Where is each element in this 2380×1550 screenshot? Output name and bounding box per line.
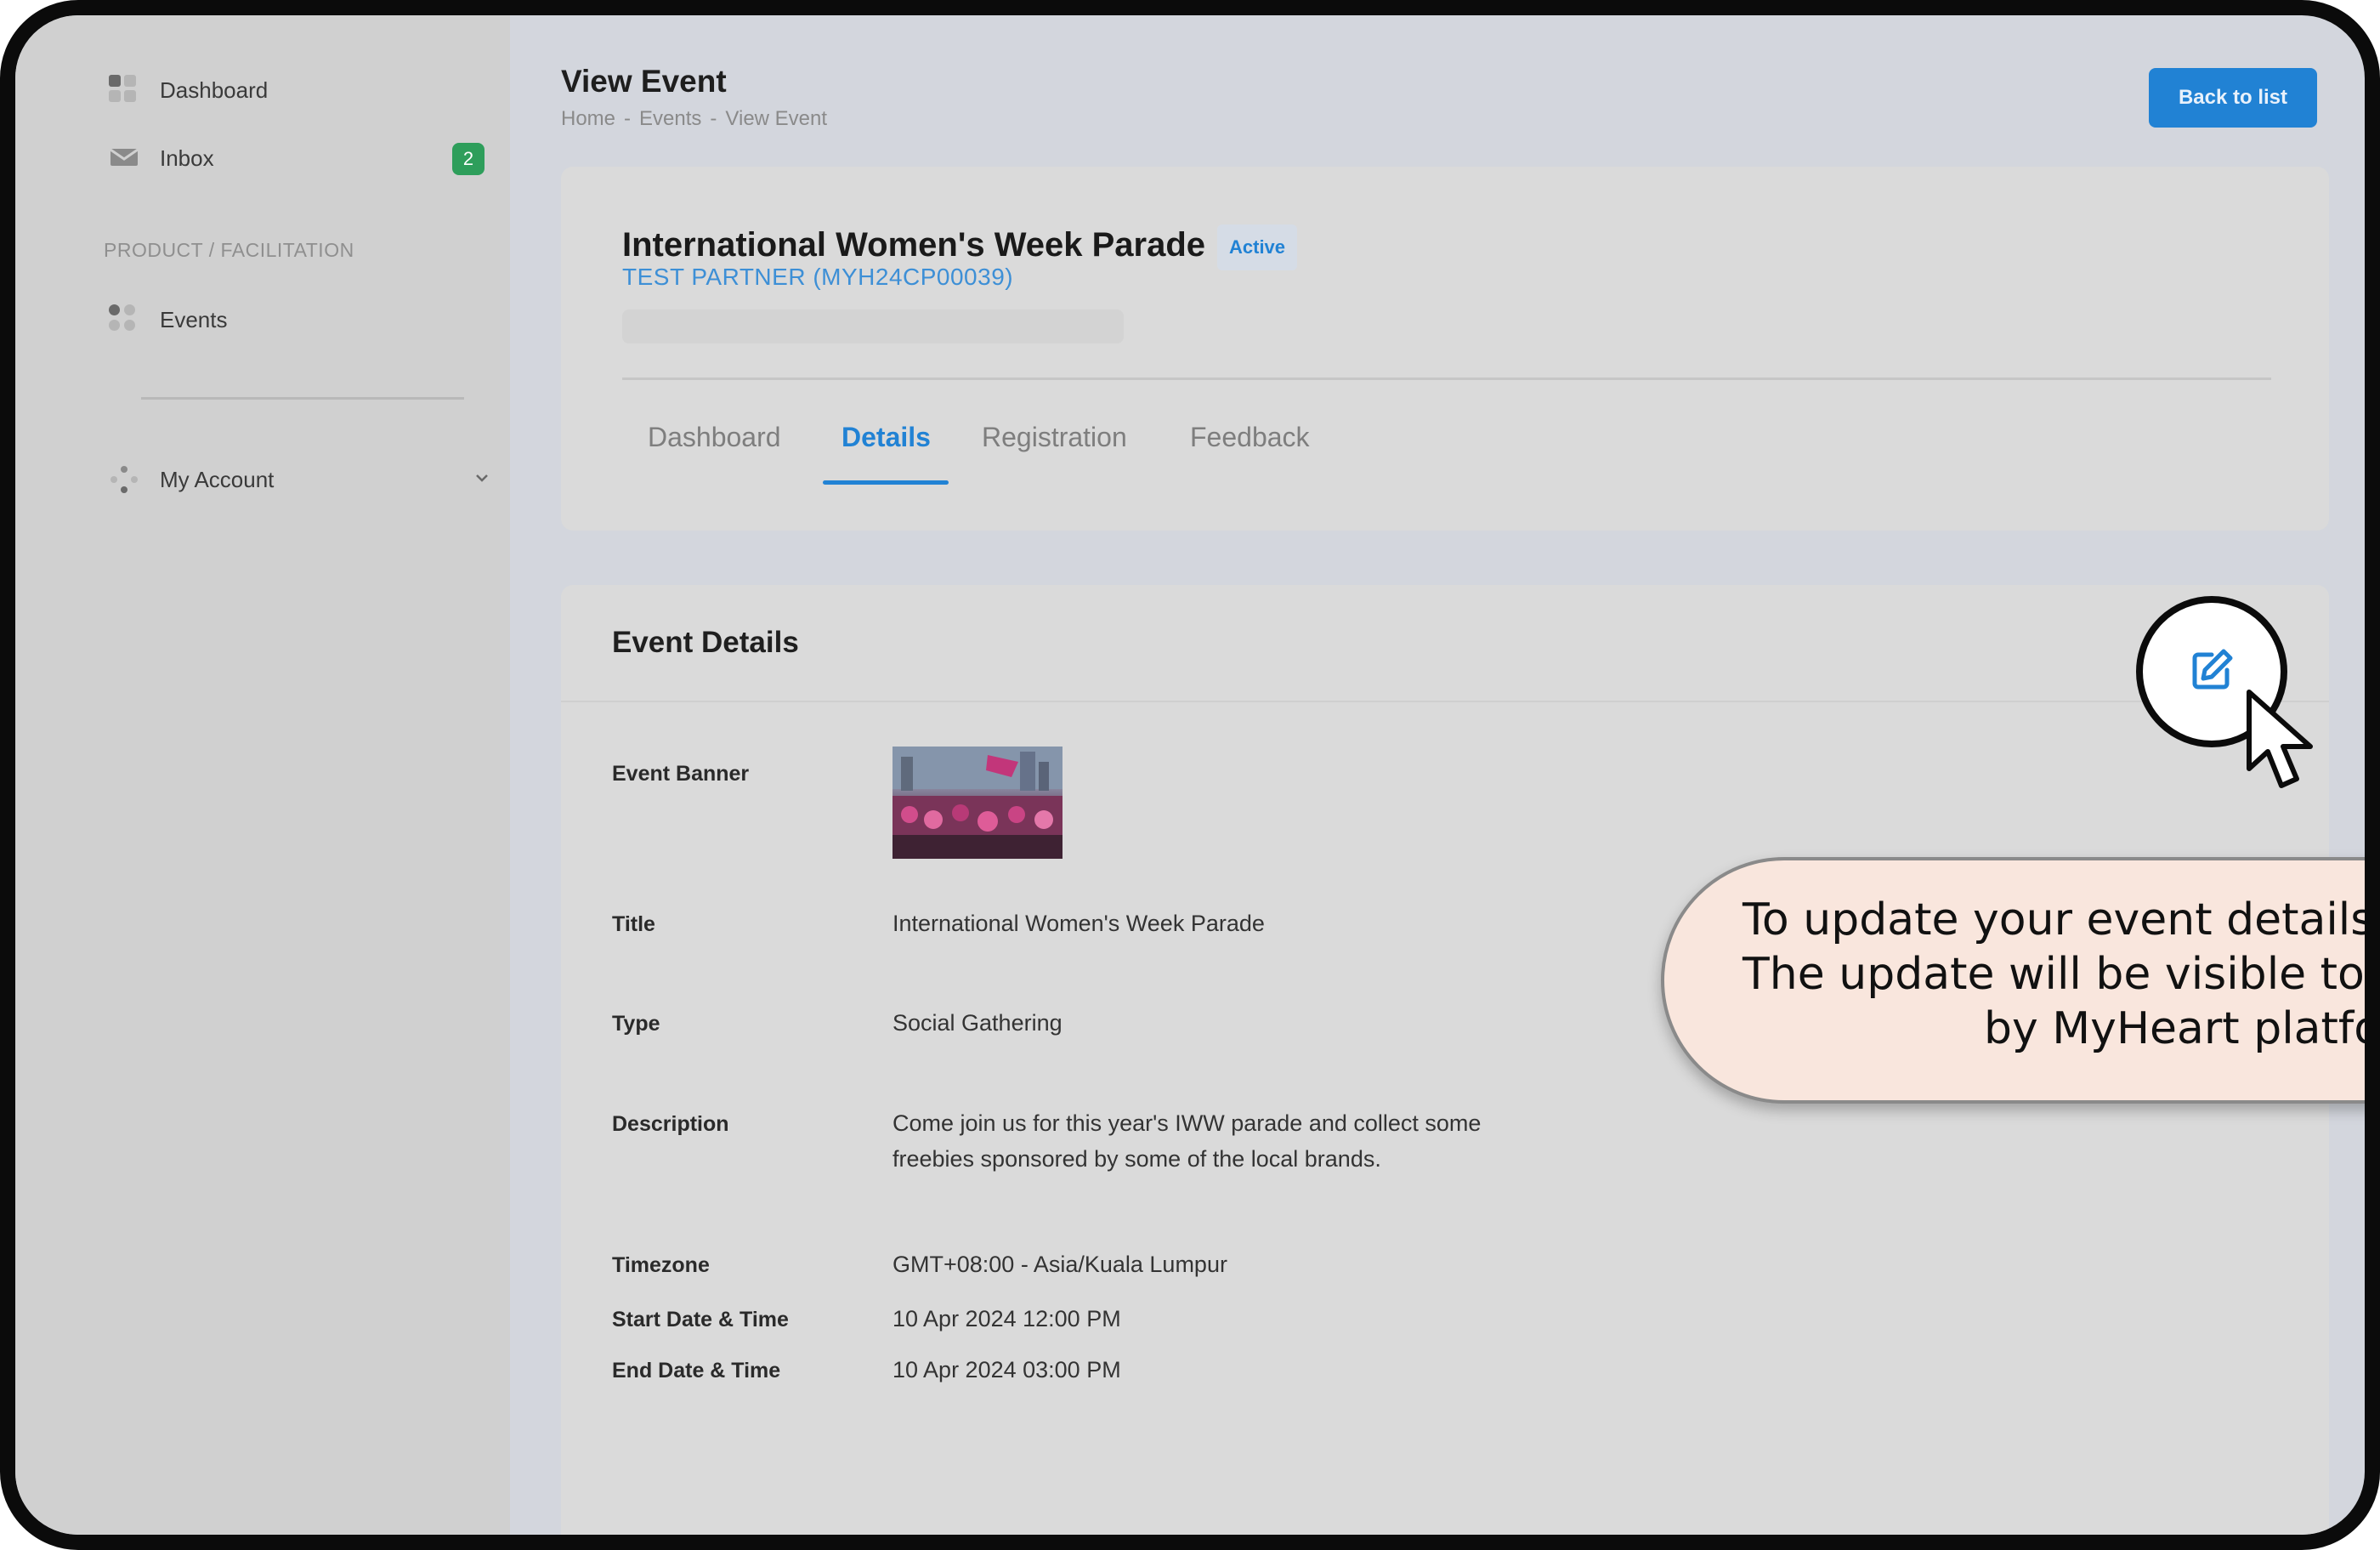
tab-dashboard[interactable]: Dashboard	[648, 422, 781, 453]
event-title: International Women's Week Parade	[622, 226, 1206, 264]
breadcrumb-current: View Event	[725, 107, 828, 130]
breadcrumb-separator: -	[710, 107, 717, 130]
events-dots-icon	[109, 304, 139, 335]
mouse-cursor-icon	[2242, 687, 2353, 798]
sidebar-item-inbox[interactable]: Inbox	[109, 143, 214, 173]
sidebar-section-label: PRODUCT / FACILITATION	[104, 239, 354, 261]
tooltip-line: The update will be visible to p	[1742, 949, 2380, 1000]
back-to-list-button[interactable]: Back to list	[2149, 68, 2317, 128]
chevron-down-icon	[473, 467, 491, 493]
sidebar: Dashboard Inbox 2 PRODUCT / FACILITATION…	[15, 15, 510, 1535]
status-badge: Active	[1217, 224, 1298, 270]
partner-name: TEST PARTNER (MYH24CP00039)	[622, 264, 1014, 290]
field-value-title: International Women's Week Parade	[892, 911, 1265, 936]
breadcrumb: Home - Events - View Event	[561, 107, 827, 131]
section-title: Event Details	[612, 626, 799, 659]
field-value-timezone: GMT+08:00 - Asia/Kuala Lumpur	[892, 1252, 1227, 1277]
tab-registration[interactable]: Registration	[982, 422, 1127, 453]
field-label: Description	[612, 1112, 729, 1136]
sidebar-item-my-account[interactable]: My Account	[109, 464, 491, 495]
sidebar-item-label: My Account	[160, 466, 275, 492]
instruction-tooltip: To update your event details, The update…	[1661, 857, 2380, 1104]
field-label: Start Date & Time	[612, 1308, 789, 1331]
sidebar-divider	[141, 397, 464, 400]
breadcrumb-separator: -	[624, 107, 632, 130]
tooltip-line: To update your event details,	[1742, 894, 2380, 945]
field-value-description: Come join us for this year's IWW parade …	[892, 1110, 1482, 1172]
sidebar-item-label: Inbox	[160, 145, 214, 171]
device-frame: Dashboard Inbox 2 PRODUCT / FACILITATION…	[0, 0, 2380, 1550]
mail-icon	[109, 143, 139, 173]
active-tab-indicator	[823, 480, 949, 485]
sidebar-item-dashboard[interactable]: Dashboard	[109, 75, 268, 105]
field-value-start-date: 10 Apr 2024 12:00 PM	[892, 1306, 1121, 1331]
sidebar-item-events[interactable]: Events	[109, 304, 228, 335]
field-label-banner: Event Banner	[612, 762, 750, 786]
field-value-type: Social Gathering	[892, 1010, 1062, 1036]
sidebar-item-label: Dashboard	[160, 77, 269, 103]
tooltip-line: by MyHeart platfor	[1984, 1003, 2380, 1054]
edit-pencil-icon	[2186, 644, 2237, 700]
event-banner-image	[892, 747, 1062, 859]
event-header-card: International Women's Week Parade Active…	[561, 167, 2329, 531]
tab-details[interactable]: Details	[842, 422, 931, 453]
sidebar-item-label: Events	[160, 306, 228, 332]
blurred-info-bar	[622, 309, 1124, 343]
field-label: Timezone	[612, 1253, 710, 1277]
section-divider	[561, 701, 2329, 702]
breadcrumb-home[interactable]: Home	[561, 107, 615, 131]
field-label: Type	[612, 1012, 660, 1036]
field-value-end-date: 10 Apr 2024 03:00 PM	[892, 1357, 1121, 1383]
tab-feedback[interactable]: Feedback	[1190, 422, 1310, 453]
account-icon	[109, 464, 139, 495]
field-label: End Date & Time	[612, 1359, 781, 1383]
breadcrumb-events[interactable]: Events	[639, 107, 701, 131]
page-title: View Event	[561, 64, 727, 99]
dashboard-grid-icon	[109, 75, 139, 105]
field-label: Title	[612, 912, 655, 936]
header-divider	[622, 378, 2271, 380]
inbox-count-badge: 2	[452, 143, 484, 175]
